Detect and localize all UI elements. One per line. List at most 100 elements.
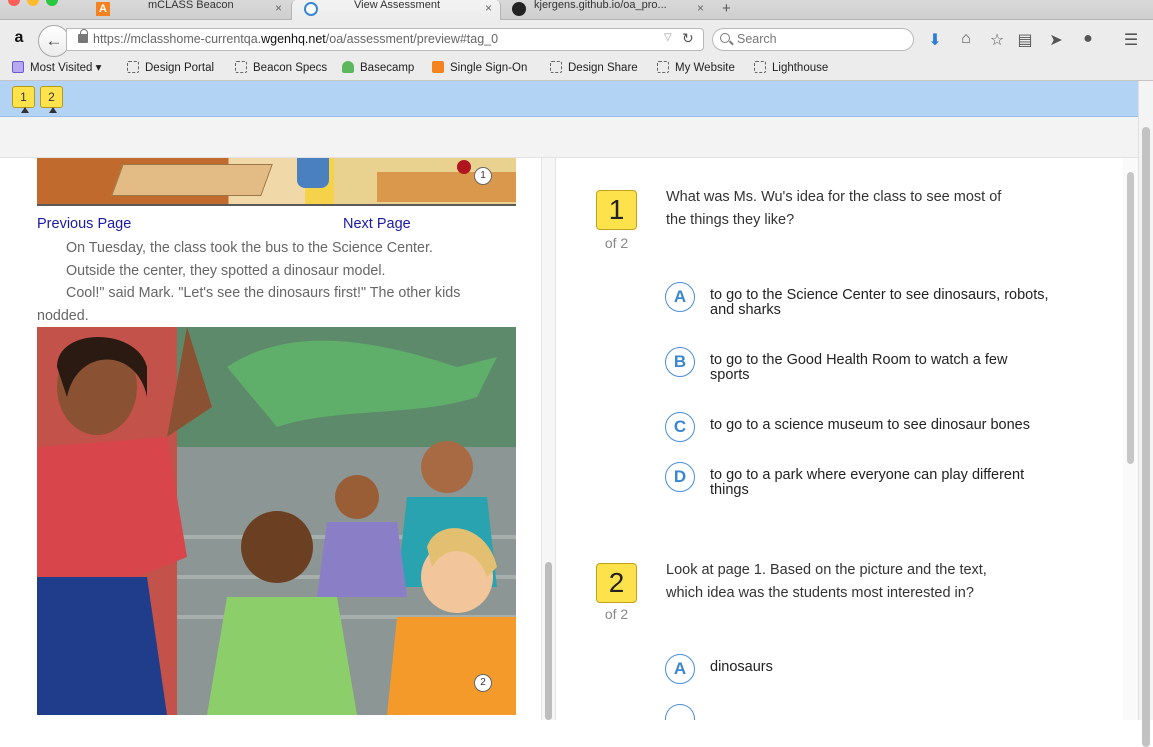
page-icon: [127, 61, 139, 73]
url-prefix: https://mclasshome-currentqa.: [93, 32, 262, 46]
passage-paragraph: Outside the center, they spotted a dinos…: [66, 262, 386, 279]
chip-label: 1: [20, 90, 27, 104]
bookmark-beacon-specs[interactable]: Beacon Specs: [235, 61, 327, 77]
page-icon: [235, 61, 247, 73]
chat-icon[interactable]: ●: [1079, 30, 1097, 48]
answer-option-c[interactable]: C to go to a science museum to see dinos…: [665, 412, 1085, 444]
bookmark-my-website[interactable]: My Website: [657, 61, 735, 77]
question-count: of 2: [604, 606, 629, 622]
bookmark-label: Most Visited: [30, 62, 93, 74]
option-text[interactable]: to go to the Good Health Room to watch a…: [710, 353, 1050, 383]
hand-favicon-icon: [304, 2, 318, 16]
search-input[interactable]: Search: [712, 28, 914, 51]
new-tab-button[interactable]: +: [722, 0, 731, 18]
minimize-window-button[interactable]: [27, 0, 39, 6]
option-letter-badge[interactable]: D: [665, 462, 695, 492]
bookmark-label: Basecamp: [360, 62, 415, 74]
option-letter-badge[interactable]: C: [665, 412, 695, 442]
passage-paragraph: On Tuesday, the class took the bus to th…: [66, 240, 433, 256]
bookmark-most-visited[interactable]: Most Visited ▾: [12, 61, 101, 77]
answer-option-a[interactable]: A to go to the Science Center to see din…: [665, 282, 1085, 318]
tab-label: kjergens.github.io/oa_pro...: [534, 0, 667, 11]
search-icon: [720, 33, 730, 43]
option-letter-badge[interactable]: [665, 704, 695, 720]
scrollbar-thumb[interactable]: [1127, 172, 1134, 464]
close-tab-icon[interactable]: ×: [275, 1, 282, 15]
dropdown-arrow-icon[interactable]: ▽: [664, 32, 672, 43]
page-marker-1: 1: [474, 167, 492, 185]
reload-icon[interactable]: ↻: [682, 30, 694, 47]
option-text[interactable]: to go to a science museum to see dinosau…: [710, 418, 1050, 433]
option-letter-badge[interactable]: A: [665, 654, 695, 684]
option-letter-badge[interactable]: B: [665, 347, 695, 377]
page-icon: [550, 61, 562, 73]
answer-option-d[interactable]: D to go to a park where everyone can pla…: [665, 462, 1085, 498]
close-tab-icon[interactable]: ×: [697, 1, 704, 15]
tab-view-assessment[interactable]: View Assessment ×: [291, 0, 501, 20]
bookmark-design-portal[interactable]: Design Portal: [127, 61, 214, 77]
lock-icon: [78, 29, 88, 43]
tab-label: mCLASS Beacon: [148, 0, 234, 11]
bookmark-basecamp[interactable]: Basecamp: [342, 61, 414, 77]
passage-illustration: [37, 327, 516, 715]
passage-paragraph: Cool!" said Mark. "Let's see the dinosau…: [37, 285, 461, 324]
url-bar[interactable]: https://mclasshome-currentqa.wgenhq.net/…: [66, 28, 704, 51]
question-chip-2[interactable]: 2: [40, 86, 63, 113]
question-number-badge: 2: [596, 563, 637, 603]
apple-shape: [457, 160, 471, 174]
question-text: Look at page 1. Based on the picture and…: [666, 562, 987, 601]
url-path: /oa/assessment/preview#tag_0: [325, 32, 499, 46]
tab-github[interactable]: kjergens.github.io/oa_pro... ×: [502, 0, 712, 20]
question-nav-toolbar: [0, 81, 1138, 117]
bookmark-label: My Website: [675, 62, 735, 74]
reading-list-icon[interactable]: ▤: [1016, 30, 1034, 50]
next-page-link[interactable]: Next Page: [343, 216, 411, 232]
scrollbar-thumb[interactable]: [1142, 127, 1150, 747]
close-tab-icon[interactable]: ×: [485, 1, 492, 15]
home-icon[interactable]: ⌂: [957, 30, 975, 48]
option-text[interactable]: to go to a park where everyone can play …: [710, 468, 1050, 498]
question-text: What was Ms. Wu's idea for the class to …: [666, 189, 1002, 228]
page-icon: [657, 61, 669, 73]
search-placeholder: Search: [737, 32, 777, 46]
question-count: of 2: [604, 235, 629, 251]
chip-pointer: [49, 107, 57, 113]
download-icon[interactable]: ⬇: [926, 30, 944, 50]
sso-icon: [432, 61, 444, 73]
page-scrollbar[interactable]: [1138, 81, 1153, 747]
tab-mclass-beacon[interactable]: A mCLASS Beacon ×: [82, 0, 290, 20]
scrollbar-thumb[interactable]: [545, 562, 552, 720]
bookmark-lighthouse[interactable]: Lighthouse: [754, 61, 828, 77]
question-number-badge: 1: [596, 190, 637, 230]
basecamp-icon: [342, 61, 354, 73]
header-band: [0, 117, 1138, 158]
answer-option-b[interactable]: B to go to the Good Health Room to watch…: [665, 347, 1085, 383]
option-text[interactable]: to go to the Science Center to see dinos…: [710, 288, 1050, 318]
students-illustration: [37, 327, 516, 715]
question-chip-1[interactable]: 1: [12, 86, 35, 113]
amazon-icon[interactable]: a: [9, 29, 29, 49]
bookmark-design-share[interactable]: Design Share: [550, 61, 638, 77]
bookmark-label: Single Sign-On: [450, 62, 528, 74]
option-text[interactable]: dinosaurs: [710, 660, 1050, 675]
answer-option-b-partial[interactable]: [665, 704, 1085, 720]
zoom-window-button[interactable]: [46, 0, 58, 6]
menu-icon[interactable]: ☰: [1122, 30, 1140, 50]
questions-scrollbar[interactable]: [1123, 158, 1138, 720]
github-favicon-icon: [512, 2, 526, 16]
bookmark-label: Lighthouse: [772, 62, 829, 74]
passage-illustration-top: [37, 158, 516, 206]
bookmark-single-sign-on[interactable]: Single Sign-On: [432, 61, 527, 77]
folder-icon: [12, 61, 24, 73]
chevron-down-icon: ▾: [95, 62, 102, 74]
passage-scrollbar[interactable]: [541, 158, 556, 720]
tab-bar: A mCLASS Beacon × View Assessment × kjer…: [0, 0, 1153, 20]
close-window-button[interactable]: [8, 0, 20, 6]
send-icon[interactable]: ➤: [1047, 30, 1065, 50]
tab-label: View Assessment: [354, 0, 441, 11]
option-letter-badge[interactable]: A: [665, 282, 695, 312]
previous-page-link[interactable]: Previous Page: [37, 216, 131, 232]
student-shape: [297, 158, 329, 188]
bookmark-star-icon[interactable]: ☆: [988, 30, 1006, 50]
answer-option-a[interactable]: A dinosaurs: [665, 654, 1085, 686]
